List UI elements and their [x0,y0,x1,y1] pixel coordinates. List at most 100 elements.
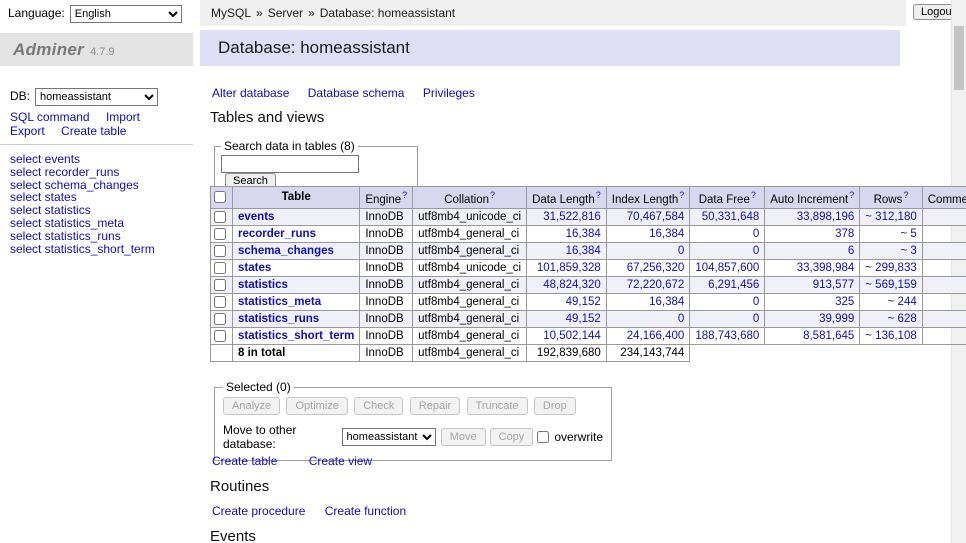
rows-count-link[interactable]: ~ 312,180 [865,211,916,223]
table-row: schema_changes InnoDB utf8mb4_general_ci… [211,242,966,259]
auto-increment-link[interactable]: 33,898,196 [797,211,855,223]
select-all-checkbox[interactable] [214,191,226,203]
sql-command-link[interactable]: SQL command [10,110,90,124]
sidebar-select-statistics-short-term[interactable]: select statistics_short_term [10,243,155,256]
auto-increment-help-link[interactable]: ? [849,190,854,200]
table-name-link[interactable]: events [238,211,274,223]
rows-count-link[interactable]: ~ 628 [888,313,917,325]
auto-increment-link[interactable]: 325 [835,296,854,308]
move-db-select[interactable]: homeassistant [342,428,436,446]
rows-help-link[interactable]: ? [903,190,908,200]
auto-increment-link[interactable]: 39,999 [819,313,854,325]
comment-cell [922,208,966,225]
col-index-length: Index Length? [606,187,690,209]
data-length-link[interactable]: 49,152 [566,313,601,325]
auto-increment-link[interactable]: 378 [835,228,854,240]
scrollbar-thumb[interactable] [954,26,964,90]
data-length-link[interactable]: 101,859,328 [537,262,601,274]
data-free-link[interactable]: 6,291,456 [708,279,759,291]
row-checkbox[interactable] [214,211,226,223]
create-function-link[interactable]: Create function [325,504,406,518]
overwrite-checkbox[interactable] [537,431,549,443]
rows-count-link[interactable]: ~ 244 [888,296,917,308]
rows-count-link[interactable]: ~ 569,159 [865,279,916,291]
breadcrumb-server-link[interactable]: Server [268,6,303,20]
index-length-link[interactable]: 0 [678,245,684,257]
rows-count-link[interactable]: ~ 299,833 [865,262,916,274]
table-row: statistics_meta InnoDB utf8mb4_general_c… [211,293,966,310]
data-length-link[interactable]: 16,384 [566,228,601,240]
data-free-help-link[interactable]: ? [751,190,756,200]
sidebar-select-events[interactable]: select events [10,153,155,166]
db-select[interactable]: homeassistant [35,88,158,106]
table-name-link[interactable]: schema_changes [238,245,334,257]
auto-increment-link[interactable]: 8,581,645 [803,330,854,342]
table-name-link[interactable]: statistics_runs [238,313,319,325]
auto-increment-link[interactable]: 6 [848,245,854,257]
data-free-link[interactable]: 0 [753,296,759,308]
table-name-link[interactable]: statistics [238,279,288,291]
data-free-link[interactable]: 0 [753,228,759,240]
privileges-link[interactable]: Privileges [423,86,475,100]
table-name-link[interactable]: states [238,262,271,274]
export-link[interactable]: Export [10,124,45,138]
auto-increment-link[interactable]: 913,577 [813,279,855,291]
rows-count-link[interactable]: ~ 5 [900,228,916,240]
alter-database-link[interactable]: Alter database [212,86,289,100]
row-checkbox[interactable] [214,313,226,325]
index-length-link[interactable]: 70,467,584 [627,211,685,223]
row-checkbox[interactable] [214,330,226,342]
index-length-link[interactable]: 0 [678,313,684,325]
auto-increment-link[interactable]: 33,398,984 [797,262,855,274]
row-checkbox[interactable] [214,296,226,308]
data-length-link[interactable]: 10,502,144 [543,330,601,342]
row-checkbox[interactable] [214,262,226,274]
import-link[interactable]: Import [106,110,140,124]
data-free-link[interactable]: 0 [753,245,759,257]
data-free-link[interactable]: 188,743,680 [695,330,759,342]
index-length-link[interactable]: 67,256,320 [627,262,685,274]
row-checkbox[interactable] [214,245,226,257]
index-length-link[interactable]: 16,384 [649,228,684,240]
data-length-link[interactable]: 49,152 [566,296,601,308]
table-name-link[interactable]: recorder_runs [238,228,316,240]
db-selector-row: DB:homeassistant [10,88,158,106]
sidebar-select-statistics-meta[interactable]: select statistics_meta [10,217,155,230]
rows-count-link[interactable]: ~ 136,108 [865,330,916,342]
collation-help-link[interactable]: ? [490,190,495,200]
data-length-link[interactable]: 31,522,816 [543,211,601,223]
search-input[interactable] [221,155,359,173]
table-name-link[interactable]: statistics_meta [238,296,321,308]
col-rows: Rows? [860,187,922,209]
language-select[interactable]: English [70,5,182,23]
index-length-link[interactable]: 24,166,400 [627,330,685,342]
table-name-link[interactable]: statistics_short_term [238,330,354,342]
breadcrumb-mysql-link[interactable]: MySQL [211,6,251,20]
col-auto-increment: Auto Increment? [765,187,860,209]
sidebar-select-recorder-runs[interactable]: select recorder_runs [10,166,155,179]
index-length-help-link[interactable]: ? [679,190,684,200]
create-table-link-sidebar[interactable]: Create table [61,124,126,138]
create-procedure-link[interactable]: Create procedure [212,504,305,518]
comment-cell [922,327,966,344]
data-length-link[interactable]: 48,824,320 [543,279,601,291]
row-checkbox[interactable] [214,279,226,291]
data-free-link[interactable]: 0 [753,313,759,325]
index-length-link[interactable]: 72,220,672 [627,279,685,291]
analyze-button: Analyze [223,397,280,415]
engine-help-link[interactable]: ? [402,190,407,200]
table-total-row: 8 in total InnoDB utf8mb4_general_ci 192… [211,344,966,361]
page-title: Database: homeassistant [200,30,900,66]
sidebar-select-statistics-runs[interactable]: select statistics_runs [10,230,155,243]
adminer-logo-link[interactable]: Adminer [13,40,84,60]
row-checkbox[interactable] [214,228,226,240]
rows-count-link[interactable]: ~ 3 [900,245,916,257]
create-view-link[interactable]: Create view [309,454,372,468]
data-length-link[interactable]: 16,384 [566,245,601,257]
create-table-link[interactable]: Create table [212,454,277,468]
data-free-link[interactable]: 104,857,600 [695,262,759,274]
data-length-help-link[interactable]: ? [596,190,601,200]
database-schema-link[interactable]: Database schema [308,86,405,100]
data-free-link[interactable]: 50,331,648 [702,211,760,223]
index-length-link[interactable]: 16,384 [649,296,684,308]
